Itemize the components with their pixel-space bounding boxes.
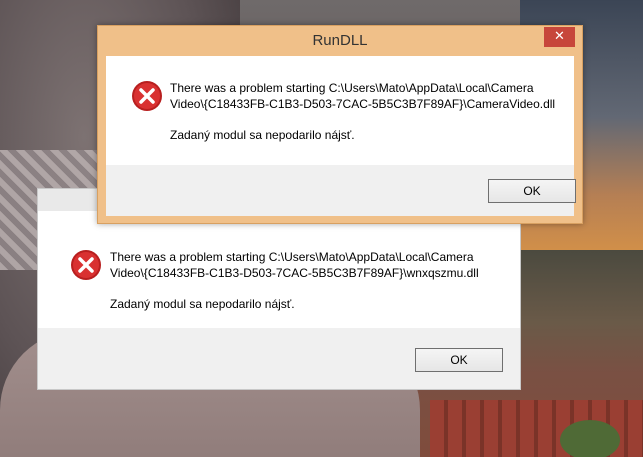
message-line-1: There was a problem starting C:\Users\Ma… xyxy=(110,250,474,264)
dialog-content: There was a problem starting C:\Users\Ma… xyxy=(106,56,574,165)
dialog-message: There was a problem starting C:\Users\Ma… xyxy=(110,249,506,312)
message-line-2: Video\{C18433FB-C1B3-D503-7CAC-5B5C3B7F8… xyxy=(170,97,556,111)
message-detail: Zadaný modul sa nepodarilo nájsť. xyxy=(170,128,355,142)
title-bar[interactable]: RunDLL ✕ xyxy=(98,26,582,56)
ok-button[interactable]: OK xyxy=(415,348,503,372)
close-icon: ✕ xyxy=(554,29,565,44)
dialog-footer: OK xyxy=(38,328,520,389)
ok-button[interactable]: OK xyxy=(488,179,576,203)
error-icon xyxy=(71,250,101,280)
dialog-message: There was a problem starting C:\Users\Ma… xyxy=(170,80,566,143)
message-line-1: There was a problem starting C:\Users\Ma… xyxy=(170,81,534,95)
message-detail: Zadaný modul sa nepodarilo nájsť. xyxy=(110,297,295,311)
dialog-footer: OK xyxy=(106,165,576,216)
close-button[interactable]: ✕ xyxy=(544,27,575,47)
error-icon xyxy=(132,81,162,111)
window-title: RunDLL xyxy=(312,32,368,49)
error-dialog-front: RunDLL ✕ There was a problem starting C:… xyxy=(97,25,583,224)
background-photo-tree xyxy=(560,420,620,457)
message-line-2: Video\{C18433FB-C1B3-D503-7CAC-5B5C3B7F8… xyxy=(110,266,479,280)
